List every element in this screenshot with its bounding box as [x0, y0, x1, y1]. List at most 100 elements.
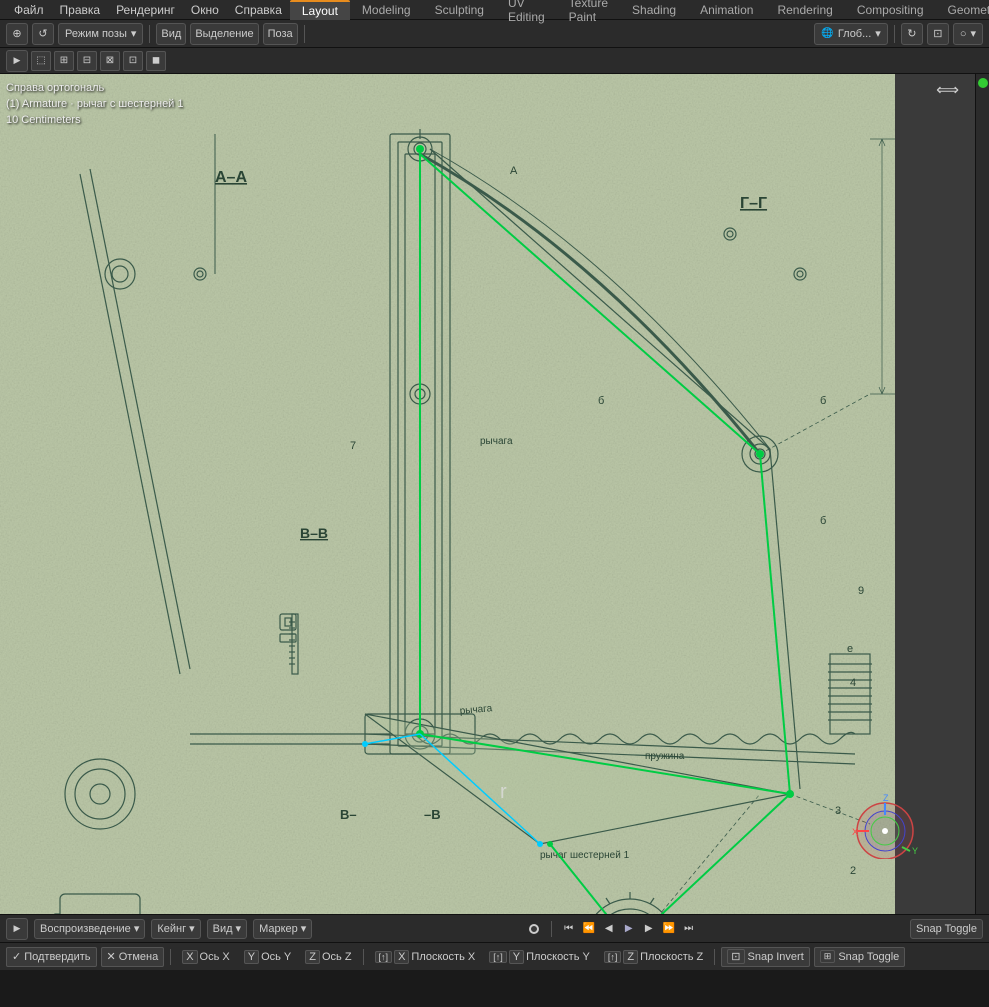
cursor-indicator: r [500, 781, 507, 804]
svg-text:пружина: пружина [645, 751, 685, 762]
snap-toggle-btn[interactable]: Snap Toggle [910, 919, 983, 939]
timeline-frame-indicator[interactable] [529, 924, 539, 934]
svg-text:рычаг шестерней 1: рычаг шестерней 1 [540, 850, 630, 861]
toolbar-separator-2 [304, 25, 305, 43]
toolbar-icon-btn-2[interactable]: ↺ [32, 23, 54, 45]
panel-active-indicator [978, 78, 988, 88]
axis-x-group: X Ось X [177, 947, 235, 967]
status-bar: ✓ Подтвердить ✕ Отмена X Ось X Y Ось Y Z… [0, 942, 989, 970]
icon-object-mode[interactable]: ⬚ [31, 51, 51, 71]
menu-window[interactable]: Окно [183, 1, 227, 19]
jump-to-start-btn[interactable]: ⏮ [560, 920, 578, 938]
tab-rendering[interactable]: Rendering [765, 1, 844, 19]
viewport-gizmo[interactable]: Z X Y [850, 789, 920, 859]
view-dropdown[interactable]: Вид ▾ [207, 919, 247, 939]
icon-pose-mode[interactable]: ⊟ [77, 51, 97, 71]
proportional-edit-dropdown[interactable]: ○▾ [953, 23, 983, 45]
svg-text:В–: В– [340, 807, 357, 822]
selection-menu-btn[interactable]: Выделение [190, 23, 258, 45]
viewport-3d[interactable]: А–А Г–Г В–В 7 рычага А б б б е 4 3 2 9 [0, 74, 975, 914]
svg-text:3: 3 [835, 805, 841, 817]
snap-toggle-group[interactable]: ⊞ Snap Toggle [814, 947, 906, 967]
keying-dropdown[interactable]: Кейнг ▾ [151, 919, 200, 939]
tab-animation[interactable]: Animation [688, 1, 765, 19]
svg-text:9: 9 [858, 585, 864, 597]
svg-text:X: X [852, 827, 858, 837]
playback-controls: ⏮ ⏪ ◀ ▶ ▶ ⏩ ⏭ [560, 920, 698, 938]
top-menu-bar: Файл Правка Рендеринг Окно Справка Layou… [0, 0, 989, 20]
menu-file[interactable]: Файл [6, 1, 52, 19]
play-btn[interactable]: ▶ [620, 920, 638, 938]
axis-z-group: Z Ось Z [300, 947, 356, 967]
pose-mode-dropdown[interactable]: Режим позы ▾ [58, 23, 143, 45]
prev-keyframe-btn[interactable]: ⏪ [580, 920, 598, 938]
svg-text:Y: Y [912, 846, 918, 856]
status-sep-1 [170, 949, 171, 965]
toolbar-icon-btn-1[interactable]: ⊕ [6, 23, 28, 45]
menu-help[interactable]: Справка [227, 1, 290, 19]
view-menu-btn[interactable]: Вид [156, 23, 186, 45]
x-icon: ✕ [107, 950, 116, 963]
svg-text:4: 4 [850, 677, 856, 689]
jump-to-end-btn[interactable]: ⏭ [680, 920, 698, 938]
tab-modeling[interactable]: Modeling [350, 1, 423, 19]
tab-uv-editing[interactable]: UV Editing [496, 0, 557, 26]
svg-text:–В: –В [424, 807, 441, 822]
pose-menu-btn[interactable]: Поза [263, 23, 298, 45]
mode-indicator[interactable]: ▶ [6, 50, 28, 72]
svg-text:7: 7 [350, 440, 356, 452]
menu-render[interactable]: Рендеринг [108, 1, 183, 19]
global-transform-dropdown[interactable]: 🌐 Глоб... ▾ [814, 23, 887, 45]
menu-edit[interactable]: Правка [52, 1, 109, 19]
status-sep-3 [714, 949, 715, 965]
check-icon: ✓ [12, 950, 21, 963]
main-area: А–А Г–Г В–В 7 рычага А б б б е 4 3 2 9 [0, 74, 989, 914]
next-keyframe-btn[interactable]: ⏩ [660, 920, 678, 938]
marker-dropdown[interactable]: Маркер ▾ [253, 919, 312, 939]
tab-compositing[interactable]: Compositing [845, 1, 936, 19]
snap-btn[interactable]: ⊡ [927, 23, 949, 45]
status-sep-2 [363, 949, 364, 965]
prev-frame-btn[interactable]: ◀ [600, 920, 618, 938]
tab-layout[interactable]: Layout [290, 0, 350, 20]
icon-vertex-paint[interactable]: ⊡ [123, 51, 143, 71]
snap-invert-group[interactable]: ⊡ Snap Invert [721, 947, 809, 967]
icon-row: ▶ ⬚ ⊞ ⊟ ⊠ ⊡ ◼ [0, 48, 989, 74]
svg-text:А: А [510, 165, 518, 177]
icon-weight-paint[interactable]: ⊠ [100, 51, 120, 71]
tab-shading[interactable]: Shading [620, 1, 688, 19]
playback-dropdown[interactable]: Воспроизведение ▾ [34, 919, 145, 939]
timeline-mode-btn[interactable]: ▶ [6, 918, 28, 940]
workspace-tabs: Layout Modeling Sculpting UV Editing Tex… [290, 0, 989, 26]
axis-y-group: Y Ось Y [239, 947, 297, 967]
svg-text:б: б [820, 515, 826, 527]
tab-sculpting[interactable]: Sculpting [423, 1, 496, 19]
next-frame-btn[interactable]: ▶ [640, 920, 658, 938]
svg-text:е: е [847, 643, 853, 655]
svg-text:б: б [820, 395, 826, 407]
svg-text:А–А: А–А [215, 169, 247, 186]
tab-texture-paint[interactable]: Texture Paint [557, 0, 620, 26]
right-panel [975, 74, 989, 914]
svg-text:Z: Z [883, 793, 889, 803]
blueprint-drawing: А–А Г–Г В–В 7 рычага А б б б е 4 3 2 9 [0, 74, 895, 914]
svg-text:рычага: рычага [480, 436, 513, 447]
plane-z-group: [↑] Z Плоскость Z [599, 947, 708, 967]
timeline-bar: ▶ Воспроизведение ▾ Кейнг ▾ Вид ▾ Маркер… [0, 914, 989, 942]
svg-text:б: б [598, 395, 604, 407]
cancel-btn[interactable]: ✕ Отмена [101, 947, 165, 967]
transform-orientations-btn[interactable]: ↻ [901, 23, 923, 45]
icon-edit-mode[interactable]: ⊞ [54, 51, 74, 71]
icon-texture-paint[interactable]: ◼ [146, 51, 166, 71]
timeline-separator-1 [551, 921, 552, 937]
confirm-btn[interactable]: ✓ Подтвердить [6, 947, 97, 967]
toolbar-separator-3 [894, 25, 895, 43]
viewport-corner-arrows[interactable]: ⟺ [936, 80, 959, 100]
blueprint-background: А–А Г–Г В–В 7 рычага А б б б е 4 3 2 9 [0, 74, 895, 914]
tab-geometry[interactable]: Geometry… [936, 1, 989, 19]
svg-text:Г–Г: Г–Г [740, 195, 767, 212]
svg-text:2: 2 [850, 865, 856, 877]
plane-y-group: [↑] Y Плоскость Y [484, 947, 595, 967]
svg-text:В–В: В–В [300, 525, 328, 541]
toolbar-separator-1 [149, 25, 150, 43]
